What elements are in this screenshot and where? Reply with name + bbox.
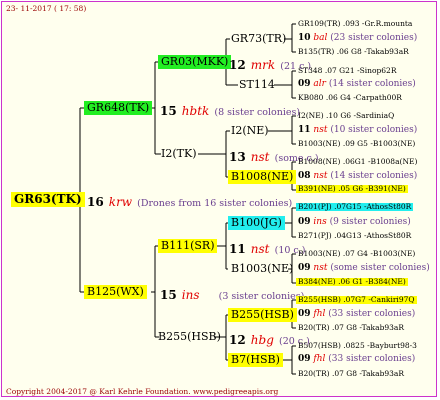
sister-count: (33 sister colonies) <box>328 309 416 319</box>
breeder-mark: nst <box>313 263 328 273</box>
mother-queen[interactable]: B125(WX) <box>84 285 147 299</box>
drone-count: 09 <box>298 263 311 273</box>
queen-b1008[interactable]: B1008(NE) <box>228 170 297 184</box>
sister-count: (9 sister colonies) <box>329 217 411 227</box>
queen-b1003[interactable]: B1003(NE) <box>228 262 296 276</box>
queen-b255hsb[interactable]: B255(HSB) <box>228 308 297 322</box>
queen-i2ne[interactable]: I2(NE) <box>228 124 272 138</box>
drone-info-row: 10 bal (23 sister colonies) <box>298 34 417 43</box>
drone-info-row: 09 nst (some sister colonies) <box>298 264 430 273</box>
ancestor-line[interactable]: B20(TR) .07 G8 -Takab93aR <box>298 370 404 378</box>
ancestor-line[interactable]: B391(NE) .05 G6 -B391(NE) <box>296 185 408 193</box>
queen-st114[interactable]: ST114 <box>236 78 278 92</box>
breeder-mark: nst <box>313 125 328 135</box>
ancestor-line[interactable]: B135(TR) .06 G8 -Takab93aR <box>298 48 409 56</box>
drone-count: 11 <box>298 125 311 135</box>
drone-info-row: 11 nst (10 sister colonies) <box>298 126 417 135</box>
ancestor-line[interactable]: B1003(NE) .09 G5 -B1003(NE) <box>298 140 415 148</box>
drone-count: 09 <box>298 217 311 227</box>
website-link[interactable]: www.pedigreeapis.org <box>193 387 278 396</box>
father-drone-info: 15 hbtk (8 sister colonies) <box>160 102 300 118</box>
ancestor-line[interactable]: B1003(NE) .07 G4 -B1003(NE) <box>298 250 415 258</box>
queen-b7[interactable]: B7(HSB) <box>228 353 283 367</box>
ancestor-line[interactable]: B271(PJ) .04G13 -AthosSt80R <box>298 232 411 240</box>
ancestor-line[interactable]: B255(HSB) .07G7 -Cankiri97Q <box>296 296 417 304</box>
root-queen[interactable]: GR63(TK) <box>11 192 85 207</box>
queen-b100jg[interactable]: B100(JG) <box>228 216 285 230</box>
ancestor-line[interactable]: B384(NE) .06 G1 -B384(NE) <box>296 278 408 286</box>
drone-count: 15 <box>160 288 177 302</box>
root-drone-info: 16 krw (Drones from 16 sister colonies) <box>87 193 292 209</box>
queen-gr73[interactable]: GR73(TR) <box>228 32 289 46</box>
drone-count: 16 <box>87 195 104 209</box>
breeder-mark: fhl <box>313 309 326 319</box>
drone-info-row: 09 fhl (33 sister colonies) <box>298 355 415 364</box>
drone-count: 09 <box>298 309 311 319</box>
report-date: 23- 11-2017 ( 17: 58) <box>6 4 87 13</box>
ancestor-line[interactable]: ST348 .07 G21 -Sinop62R <box>298 67 396 75</box>
ancestor-line[interactable]: GR109(TR) .093 -Gr.R.mounta <box>298 20 412 28</box>
drone-count: 08 <box>298 171 311 181</box>
ancestor-line[interactable]: B201(PJ) .07G15 -AthosSt80R <box>296 203 414 211</box>
drone-note: (8 sister colonies) <box>214 107 301 118</box>
drone-count: 15 <box>160 104 177 118</box>
copyright-owner: Copyright 2004-2017 @ Karl Kehrle Founda… <box>6 387 191 396</box>
mother-drone-info: 15 ins (3 sister colonies) <box>160 286 304 302</box>
breeder-mark: nst <box>250 242 270 256</box>
breeder-mark: bal <box>313 33 328 43</box>
breeder-mark: mrk <box>250 58 276 72</box>
ancestor-line[interactable]: I2(NE) .10 G6 -SardiniaQ <box>298 112 394 120</box>
drone-count: 11 <box>229 242 246 256</box>
sister-count: (14 sister colonies) <box>330 171 418 181</box>
drone-info-row: 09 alr (14 sister colonies) <box>298 80 416 89</box>
queen-gr03[interactable]: GR03(MKK) <box>158 55 232 69</box>
drone-count: 09 <box>298 354 311 364</box>
drone-info-row: 09 fhl (33 sister colonies) <box>298 310 415 319</box>
breeder-mark: ins <box>181 288 200 302</box>
queen-i2tk[interactable]: I2(TK) <box>158 147 199 161</box>
queen-b255[interactable]: B255(HSB) <box>155 330 224 344</box>
drone-info-row: 08 nst (14 sister colonies) <box>298 172 417 181</box>
breeder-mark: nst <box>313 171 328 181</box>
breeder-mark: krw <box>108 195 133 209</box>
sister-count: (33 sister colonies) <box>328 354 416 364</box>
drone-count: 10 <box>298 33 311 43</box>
breeder-mark: hbtk <box>181 104 210 118</box>
copyright-text: Copyright 2004-2017 @ Karl Kehrle Founda… <box>6 388 278 396</box>
ancestor-line[interactable]: KB080 .06 G4 -Carpath00R <box>298 94 402 102</box>
drone-note: (3 sister colonies) <box>218 291 305 302</box>
b111-drone-info: 11 nst (10 c.) <box>229 240 305 256</box>
sister-count: (10 sister colonies) <box>330 125 418 135</box>
breeder-mark: hbg <box>250 333 274 347</box>
drone-count: 13 <box>229 150 246 164</box>
drone-note: (Drones from 16 sister colonies) <box>137 198 293 209</box>
sister-count: (some sister colonies) <box>330 263 430 273</box>
drone-count: 09 <box>298 79 311 89</box>
queen-b111[interactable]: B111(SR) <box>158 239 218 253</box>
drone-count: 12 <box>229 333 246 347</box>
breeder-mark: fhl <box>313 354 326 364</box>
ancestor-line[interactable]: B507(HSB) .0825 -Bayburt98-3 <box>298 342 417 350</box>
father-queen[interactable]: GR648(TK) <box>84 101 153 115</box>
breeder-mark: nst <box>250 150 270 164</box>
drone-count: 12 <box>229 58 246 72</box>
breeder-mark: alr <box>313 79 326 89</box>
sister-count: (23 sister colonies) <box>330 33 418 43</box>
drone-info-row: 09 ins (9 sister colonies) <box>298 218 411 227</box>
breeder-mark: ins <box>313 217 327 227</box>
ancestor-line[interactable]: B1008(NE) .06G1 -B1008a(NE) <box>298 158 417 166</box>
sister-count: (14 sister colonies) <box>328 79 416 89</box>
ancestor-line[interactable]: B20(TR) .07 G8 -Takab93aR <box>298 324 404 332</box>
